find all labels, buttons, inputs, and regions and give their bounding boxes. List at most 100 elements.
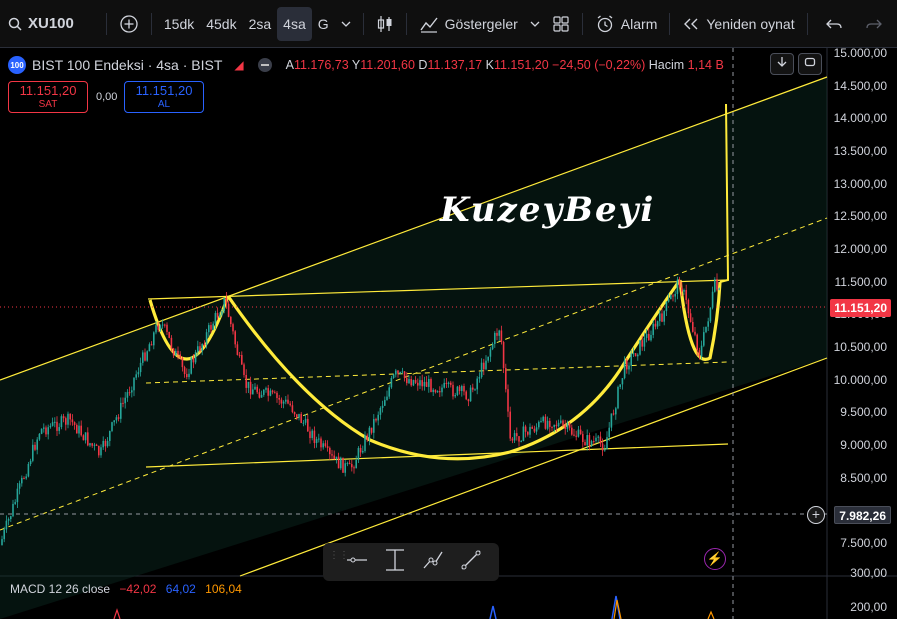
- candle-body: [271, 390, 274, 393]
- price-chart[interactable]: [0, 48, 897, 619]
- candle-body: [401, 371, 404, 373]
- candle-body: [84, 432, 87, 441]
- restore-button[interactable]: [798, 53, 822, 75]
- price-range-tool[interactable]: [377, 547, 413, 577]
- candle-body: [516, 433, 518, 437]
- candle-body: [665, 301, 668, 312]
- candle-body: [463, 385, 465, 392]
- horizontal-line-tool[interactable]: [339, 547, 375, 577]
- candle-body: [555, 424, 558, 427]
- candle-body: [73, 422, 76, 425]
- interval-45dk[interactable]: 45dk: [200, 7, 242, 41]
- candle-body: [214, 312, 217, 324]
- candle-body: [670, 295, 672, 300]
- candle-body: [58, 427, 60, 431]
- candle-body: [113, 420, 115, 423]
- candle-body: [487, 356, 489, 361]
- interval-2sa[interactable]: 2sa: [243, 7, 278, 41]
- trend-line-tool[interactable]: [453, 547, 489, 577]
- redo-button[interactable]: [854, 7, 894, 41]
- candle-body: [689, 313, 692, 323]
- candle-body: [549, 420, 551, 427]
- divider: [581, 12, 583, 35]
- indicators-dropdown[interactable]: [524, 7, 546, 41]
- candle-body: [505, 367, 507, 390]
- candle-body: [38, 433, 41, 440]
- compare-button[interactable]: [113, 7, 145, 41]
- candle-body: [452, 384, 454, 397]
- candle-body: [421, 380, 423, 387]
- chart-pane[interactable]: [0, 48, 897, 619]
- candle-body: [659, 313, 661, 322]
- candle-body: [7, 519, 10, 521]
- interval-dropdown[interactable]: [335, 7, 357, 41]
- candle-body: [164, 324, 166, 326]
- interval-G[interactable]: G: [312, 7, 335, 41]
- candle-body: [115, 417, 118, 421]
- candle-body: [126, 392, 129, 398]
- candle-body: [656, 321, 659, 327]
- series-title[interactable]: BIST 100 Endeksi · 4sa · BIST: [32, 57, 222, 73]
- candle-body: [298, 413, 300, 418]
- candle-body: [454, 394, 456, 397]
- candle-body: [553, 424, 555, 427]
- candle-body: [280, 399, 283, 404]
- divider: [150, 12, 152, 35]
- candle-body: [67, 413, 69, 425]
- candle-body: [353, 467, 355, 469]
- alarm-button[interactable]: Alarm: [589, 7, 664, 41]
- candle-body: [560, 420, 562, 423]
- candle-body: [575, 435, 577, 437]
- macd-signal-line: [707, 610, 715, 619]
- add-alert-plus-icon[interactable]: +: [807, 506, 825, 524]
- indicators-button[interactable]: Göstergeler: [413, 7, 524, 41]
- layout-button[interactable]: [546, 7, 576, 41]
- candle-body: [256, 386, 258, 393]
- candle-body: [10, 516, 12, 520]
- candle-body: [161, 324, 164, 326]
- candle-body: [109, 430, 111, 441]
- candle-body: [78, 425, 80, 434]
- candle-body: [18, 483, 21, 489]
- candle-body: [148, 344, 151, 352]
- candle-body: [25, 476, 27, 479]
- interval-15dk[interactable]: 15dk: [158, 7, 200, 41]
- undo-button[interactable]: [814, 7, 854, 41]
- candle-body: [71, 419, 74, 423]
- divider: [405, 12, 407, 35]
- macd-title[interactable]: MACD 12 26 close: [10, 582, 110, 596]
- candle-body: [238, 354, 241, 356]
- candle-body: [311, 430, 313, 439]
- candle-body: [681, 287, 683, 292]
- candle-body: [711, 291, 714, 308]
- replay-button[interactable]: Yeniden oynat: [676, 7, 800, 41]
- buy-button[interactable]: 11.151,20 AL: [124, 81, 204, 113]
- download-button[interactable]: [770, 53, 794, 75]
- candle-body: [601, 443, 604, 451]
- hide-icon[interactable]: [257, 58, 272, 72]
- candle-body: [188, 373, 190, 378]
- lightning-icon[interactable]: ⚡: [704, 548, 726, 570]
- candle-body: [243, 364, 245, 375]
- chart-type-button[interactable]: [370, 7, 400, 41]
- macd-histogram-value: −42,02: [119, 582, 157, 596]
- sell-button[interactable]: 11.151,20 SAT: [8, 81, 88, 113]
- symbol-search[interactable]: XU100: [0, 7, 80, 41]
- candle-body: [615, 408, 617, 415]
- drag-handle-icon[interactable]: ⋮⋮: [329, 551, 349, 571]
- candle-body: [333, 455, 335, 460]
- macd-line: [489, 605, 497, 619]
- candle-body: [234, 331, 236, 345]
- interval-4sa[interactable]: 4sa: [277, 6, 312, 41]
- candle-body: [23, 477, 25, 479]
- trend-path-tool[interactable]: [415, 547, 451, 577]
- candle-body: [76, 424, 78, 434]
- interval-label: 2sa: [248, 15, 272, 32]
- candle-body: [144, 352, 146, 361]
- candle-body: [672, 295, 674, 297]
- candle-body: [5, 520, 8, 530]
- candle-body: [632, 353, 635, 355]
- flag-icon[interactable]: ◢: [234, 58, 243, 72]
- candle-body: [289, 403, 291, 406]
- candle-body: [223, 297, 225, 312]
